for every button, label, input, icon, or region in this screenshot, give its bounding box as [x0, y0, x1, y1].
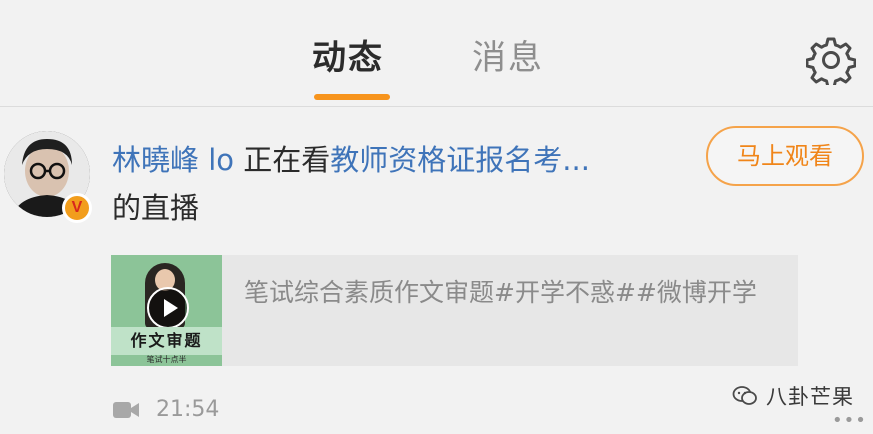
status-suffix: 的直播: [112, 191, 200, 225]
feed-status-line: 林曉峰 lo 正在看教师资格证报名考...: [112, 138, 590, 182]
user-name-link[interactable]: 林曉峰 lo: [112, 143, 234, 177]
channel-title-link[interactable]: 教师资格证报名考...: [330, 143, 590, 177]
video-camera-icon: [112, 400, 140, 420]
video-thumbnail[interactable]: 作文审题 笔试十点半: [111, 255, 222, 366]
user-avatar[interactable]: V: [4, 131, 92, 223]
tab-messages[interactable]: 消息: [472, 36, 544, 80]
watermark-text: 八卦芒果: [766, 385, 854, 409]
preview-description: 笔试综合素质作文审题#开学不惑##微博开学: [244, 278, 757, 307]
wechat-icon: [732, 383, 758, 409]
action-text: 正在看: [243, 143, 331, 177]
post-time: 21:54: [156, 397, 220, 422]
thumbnail-subcaption: 笔试十点半: [146, 355, 187, 364]
tab-dynamics[interactable]: 动态: [312, 36, 384, 80]
top-nav-bar: 动态 消息: [0, 0, 873, 107]
thumbnail-caption: 作文审题: [111, 327, 222, 355]
watch-now-button[interactable]: 马上观看: [706, 126, 864, 186]
more-options-icon[interactable]: •••: [832, 410, 867, 431]
video-preview-card[interactable]: 作文审题 笔试十点半 笔试综合素质作文审题#开学不惑##微博开学: [111, 255, 798, 366]
active-tab-indicator: [314, 94, 390, 100]
play-icon[interactable]: [147, 287, 189, 329]
verified-badge: V: [62, 193, 92, 223]
gear-icon[interactable]: [805, 35, 857, 89]
account-watermark: 八卦芒果: [732, 382, 854, 410]
